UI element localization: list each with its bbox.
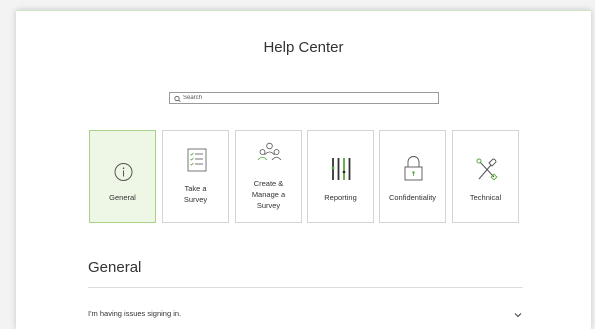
help-center-window: Help Center General Take a Survey (16, 10, 591, 329)
category-label: General (109, 193, 136, 202)
faq-question: I'm having issues signing in. (88, 309, 182, 318)
category-tile-create-manage-survey[interactable]: Create & Manage a Survey (235, 130, 302, 223)
bar-lines-icon (331, 158, 351, 180)
category-label: Confidentiality (388, 193, 437, 202)
padlock-icon (404, 156, 423, 181)
section-heading: General (88, 259, 142, 276)
category-tile-confidentiality[interactable]: Confidentiality (379, 130, 446, 223)
search-input[interactable] (183, 93, 433, 103)
tools-icon (476, 158, 498, 181)
info-circle-icon (114, 163, 133, 181)
faq-item[interactable]: I'm having issues signing in. (88, 309, 523, 323)
checklist-icon (187, 148, 207, 172)
category-tile-take-survey[interactable]: Take a Survey (162, 130, 229, 223)
section-divider (88, 287, 523, 288)
category-label: Take a Survey (183, 184, 208, 204)
category-label: Create & Manage a Survey (251, 179, 286, 210)
search-icon (174, 95, 181, 103)
category-tile-technical[interactable]: Technical (452, 130, 519, 223)
category-tile-general[interactable]: General (89, 130, 156, 223)
category-label: Technical (469, 193, 502, 202)
category-label: Reporting (324, 193, 357, 202)
category-tile-reporting[interactable]: Reporting (307, 130, 374, 223)
chevron-down-icon[interactable] (513, 311, 523, 319)
page-title: Help Center (263, 39, 344, 56)
search-box[interactable] (169, 92, 439, 104)
